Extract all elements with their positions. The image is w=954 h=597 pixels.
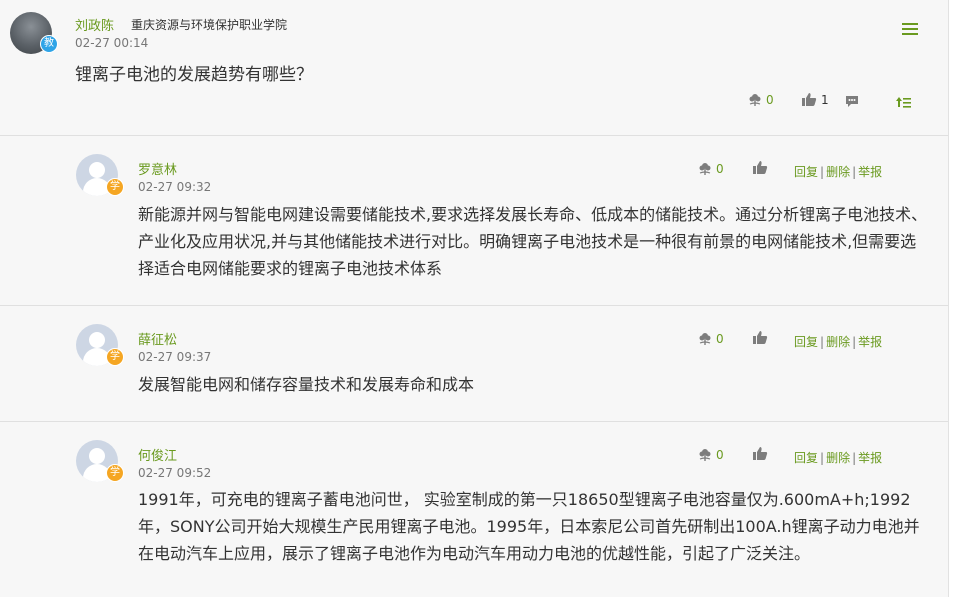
thumbs-up-icon: [753, 161, 768, 174]
reply-link[interactable]: 回复: [794, 335, 818, 349]
reply-link[interactable]: 回复: [794, 451, 818, 465]
reply-text: 发展智能电网和储存容量技术和发展寿命和成本: [138, 375, 475, 394]
reply-text: 1991年，可充电的锂离子蓄电池问世， 实验室制成的第一只18650型锂离子电池…: [138, 490, 920, 563]
separator: |: [852, 451, 857, 465]
student-badge: 学: [106, 348, 124, 366]
like-button[interactable]: [752, 446, 768, 461]
flower-count: 0: [716, 448, 724, 462]
reply-time: 02-27 09:52: [138, 466, 212, 480]
student-badge: 学: [106, 178, 124, 196]
flower-icon: [749, 94, 761, 106]
flower-button[interactable]: 0: [698, 448, 724, 462]
separator: |: [852, 335, 857, 349]
thumbs-up-icon: [753, 447, 768, 460]
separator: |: [852, 165, 857, 179]
separator: |: [820, 335, 825, 349]
student-badge: 学: [106, 464, 124, 482]
teacher-badge: 教: [40, 35, 58, 53]
flower-icon: [699, 449, 711, 461]
like-button[interactable]: [752, 160, 768, 175]
discussion-panel: 教 刘政陈 重庆资源与环境保护职业学院 02-27 00:14 锂离子电池的发展…: [0, 0, 949, 597]
delete-link[interactable]: 删除: [826, 451, 850, 465]
reply-link[interactable]: 回复: [794, 165, 818, 179]
flower-button[interactable]: 0: [748, 93, 774, 107]
comment-button[interactable]: [845, 95, 859, 108]
like-count: 1: [821, 92, 829, 107]
thumbs-up-icon: [753, 331, 768, 344]
separator: |: [820, 165, 825, 179]
report-link[interactable]: 举报: [858, 451, 882, 465]
reply-item: 学 罗意林 02-27 09:32 0 回复 | 删除 | 举报 新能源并网与智能电网建…: [0, 136, 948, 306]
sort-button[interactable]: [896, 96, 912, 108]
reply-item: 学 何俊江 02-27 09:52 0 回复 | 删除 | 举报 1991年，可充电的锂…: [0, 422, 948, 597]
reply-actions: 回复 | 删除 | 举报: [794, 163, 882, 180]
reply-time: 02-27 09:37: [138, 350, 212, 364]
like-button[interactable]: [752, 330, 768, 345]
thumbs-up-icon: [802, 93, 817, 106]
flower-count: 0: [766, 93, 774, 107]
reply-time: 02-27 09:32: [138, 180, 212, 194]
reply-item: 学 薛征松 02-27 09:37 0 回复 | 删除 | 举报 发展智能电网和储存容量…: [0, 306, 948, 422]
flower-button[interactable]: 0: [698, 332, 724, 346]
flower-button[interactable]: 0: [698, 162, 724, 176]
reply-author[interactable]: 罗意林: [138, 159, 177, 178]
post-author[interactable]: 刘政陈: [75, 15, 114, 34]
reply-actions: 回复 | 删除 | 举报: [794, 333, 882, 350]
comment-icon: [846, 96, 858, 107]
main-post: 教 刘政陈 重庆资源与环境保护职业学院 02-27 00:14 锂离子电池的发展…: [0, 0, 948, 136]
flower-icon: [699, 163, 711, 175]
separator: |: [820, 451, 825, 465]
flower-count: 0: [716, 162, 724, 176]
reply-actions: 回复 | 删除 | 举报: [794, 449, 882, 466]
delete-link[interactable]: 删除: [826, 335, 850, 349]
post-school: 重庆资源与环境保护职业学院: [131, 18, 288, 32]
flower-count: 0: [716, 332, 724, 346]
reply-author[interactable]: 薛征松: [138, 329, 177, 348]
report-link[interactable]: 举报: [858, 335, 882, 349]
report-link[interactable]: 举报: [858, 165, 882, 179]
post-title: 锂离子电池的发展趋势有哪些？: [75, 65, 313, 85]
reply-text: 新能源并网与智能电网建设需要储能技术,要求选择发展长寿命、低成本的储能技术。通过…: [138, 205, 928, 278]
sort-top-icon: [896, 97, 911, 108]
delete-link[interactable]: 删除: [826, 165, 850, 179]
menu-icon[interactable]: [902, 23, 918, 37]
like-button[interactable]: 1: [801, 92, 829, 107]
post-time: 02-27 00:14: [75, 36, 149, 50]
reply-author[interactable]: 何俊江: [138, 445, 177, 464]
flower-icon: [699, 333, 711, 345]
